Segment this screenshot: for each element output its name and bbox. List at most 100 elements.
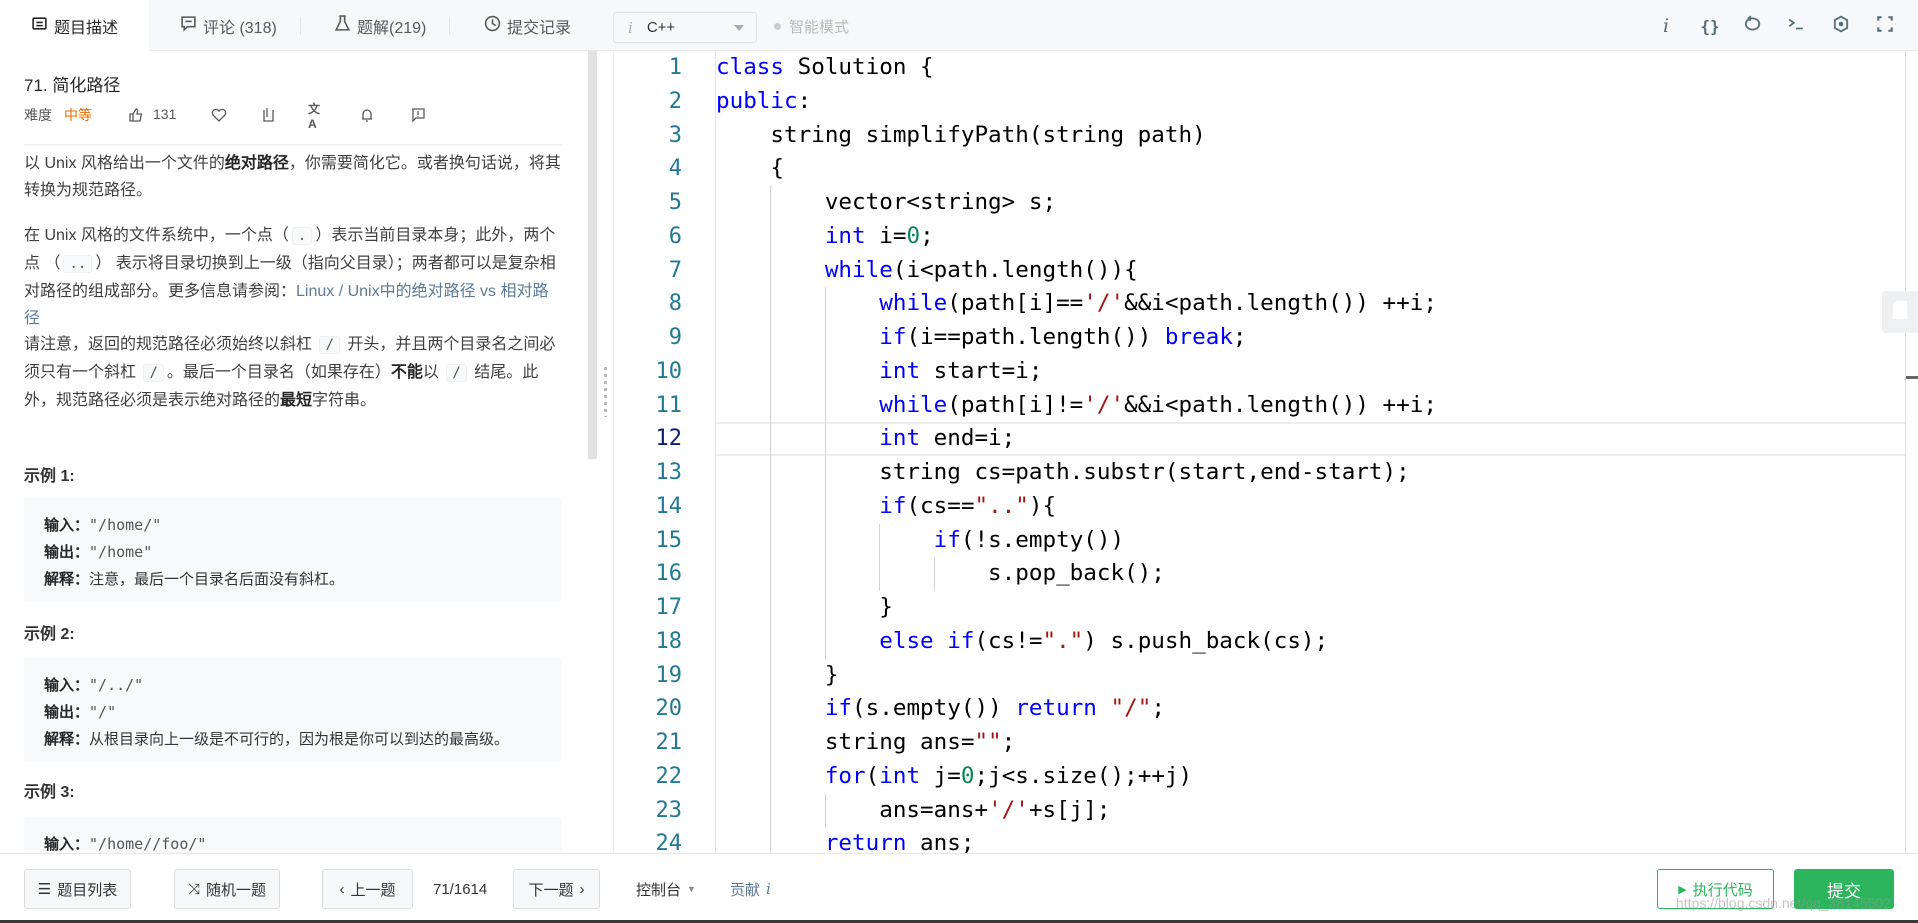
next-problem-button[interactable]: 下一题 ›	[513, 869, 600, 909]
example-line: 解释：从根目录向上一级是不可行的，因为根是你可以到达的最高级。	[44, 726, 561, 753]
code-line[interactable]: while(i<path.length()){	[716, 254, 1905, 288]
smart-mode-label: 智能模式	[789, 18, 850, 36]
code-line[interactable]: vector<string> s;	[716, 186, 1905, 220]
code-line[interactable]: }	[716, 659, 1905, 693]
tab-submissions[interactable]: 提交记录	[484, 0, 571, 51]
line-number-gutter: 1 2 3 4 5 6 7 8 9 10 11 12 13 14 15 16 17 18 19 20 21 22 23 24	[614, 51, 715, 853]
code-line[interactable]: while(path[i]=='/'&&i<path.length()) ++i…	[716, 287, 1905, 321]
tab-description[interactable]: 题目描述	[0, 0, 149, 52]
code-token: end=i;	[920, 425, 1016, 452]
keyword-token: public	[716, 87, 798, 114]
code-line[interactable]: string cs=path.substr(start,end-start);	[716, 456, 1905, 490]
example-value: "/../"	[89, 676, 144, 694]
fullscreen-button[interactable]	[1873, 14, 1897, 38]
share-icon[interactable]	[258, 105, 278, 125]
indent-guide	[770, 624, 772, 659]
code-line[interactable]: ans=ans+'/'+s[j];	[716, 794, 1905, 828]
code-token: string cs=path.substr(start,end-start);	[716, 459, 1410, 485]
thumbs-up-icon[interactable]	[126, 105, 146, 125]
notes-button[interactable]	[1882, 291, 1918, 333]
code-line[interactable]: {	[716, 152, 1905, 186]
code-token: (path[i]!=	[947, 391, 1084, 418]
code-line[interactable]: else if(cs!=".") s.push_back(cs);	[716, 625, 1905, 659]
number-token: 0	[906, 222, 921, 249]
caret-down-icon: ▼	[687, 884, 696, 894]
contribute-link[interactable]: 贡献 i	[730, 869, 771, 909]
tab-solutions[interactable]: 题解(219)	[334, 0, 426, 51]
code-token: ;j<s.size();++j)	[974, 762, 1193, 789]
keyword-token: class	[716, 54, 785, 80]
panel-resize-handle[interactable]	[598, 51, 613, 853]
chevron-left-icon: ‹	[339, 880, 345, 898]
code-line[interactable]: int end=i;	[716, 422, 1905, 456]
info-button[interactable]: i	[1654, 14, 1678, 38]
code-line[interactable]: if(cs==".."){	[716, 490, 1905, 524]
smart-mode-toggle[interactable]: 智能模式	[774, 15, 849, 37]
keyword-token: for	[824, 762, 866, 789]
line-number: 23	[655, 797, 683, 823]
console-button[interactable]	[1784, 14, 1808, 38]
description-paragraph: 以 Unix 风格给出一个文件的绝对路径，你需要简化它。或者换句话说，将其转换为…	[24, 150, 564, 204]
difficulty-badge: 中等	[64, 107, 92, 123]
button-label: 随机一题	[206, 881, 267, 899]
code-line[interactable]: if(i==path.length()) break;	[716, 321, 1905, 355]
reset-button[interactable]	[1741, 14, 1765, 38]
inline-code: ..	[63, 255, 93, 273]
indent-guide	[770, 793, 772, 828]
heart-icon[interactable]	[209, 105, 229, 125]
code-line[interactable]: while(path[i]!='/'&&i<path.length()) ++i…	[716, 389, 1905, 423]
indent-guide	[770, 523, 772, 558]
string-token: '/'	[1083, 391, 1125, 418]
keyword-token: int	[879, 762, 921, 789]
code-line[interactable]: class Solution {	[716, 51, 1905, 85]
text: 字符串。	[312, 392, 377, 409]
editor-scrollbar[interactable]	[1905, 51, 1906, 853]
code-line[interactable]: int i=0;	[716, 220, 1905, 254]
document-icon	[1892, 300, 1908, 325]
indent-guide	[824, 287, 826, 321]
code-content[interactable]: class Solution {public: string simplifyP…	[715, 51, 1905, 853]
language-select[interactable]: i C++	[613, 12, 757, 43]
code-token: (path[i]==	[947, 290, 1084, 317]
indent-guide	[770, 354, 772, 389]
example-value: "/"	[89, 703, 117, 721]
feedback-icon[interactable]	[408, 105, 428, 125]
code-token: ;	[920, 222, 934, 249]
code-line[interactable]: if(!s.empty())	[716, 524, 1905, 558]
line-number: 13	[655, 460, 683, 485]
code-line[interactable]: string ans="";	[716, 726, 1905, 760]
random-problem-button[interactable]: ⤨ 随机一题	[174, 869, 280, 909]
watermark: https://blog.csdn.net/qq_38145502	[1676, 895, 1891, 911]
code-token: string ans=	[716, 729, 975, 755]
code-line[interactable]: }	[716, 591, 1905, 625]
code-line[interactable]: s.pop_back();	[716, 557, 1905, 591]
keyword-token: return	[1015, 695, 1097, 722]
code-editor[interactable]: 1 2 3 4 5 6 7 8 9 10 11 12 13 14 15 16 17 18 19 20 21 22 23 24 …	[613, 51, 1905, 853]
bell-icon[interactable]	[357, 105, 377, 125]
keyword-token: int	[879, 357, 921, 384]
code-line[interactable]: public:	[716, 85, 1905, 119]
code-line[interactable]: return ans;	[716, 827, 1905, 853]
format-button[interactable]: {}	[1698, 14, 1722, 38]
console-toggle[interactable]: 控制台 ▼	[636, 869, 696, 909]
problem-list-button[interactable]: ☰ 题目列表	[24, 869, 131, 909]
code-line[interactable]: for(int j=0;j<s.size();++j)	[716, 760, 1905, 794]
code-line[interactable]: string simplifyPath(string path)	[716, 119, 1905, 153]
description-scrollbar[interactable]	[588, 51, 597, 459]
previous-problem-button[interactable]: ‹ 上一题	[322, 869, 413, 909]
code-line[interactable]: int start=i;	[716, 355, 1905, 389]
keyword-token: if	[933, 526, 961, 553]
tab-label: 题目描述	[53, 20, 118, 37]
text: 以	[422, 364, 444, 381]
settings-button[interactable]	[1829, 14, 1853, 38]
code-line[interactable]: if(s.empty()) return "/";	[716, 692, 1905, 726]
translate-icon[interactable]: 文A	[308, 102, 328, 131]
problem-title: 71. 简化路径	[24, 76, 121, 95]
indent-guide	[824, 321, 826, 355]
line-number: 7	[668, 257, 682, 283]
tab-comments[interactable]: 评论 (318)	[180, 0, 277, 51]
